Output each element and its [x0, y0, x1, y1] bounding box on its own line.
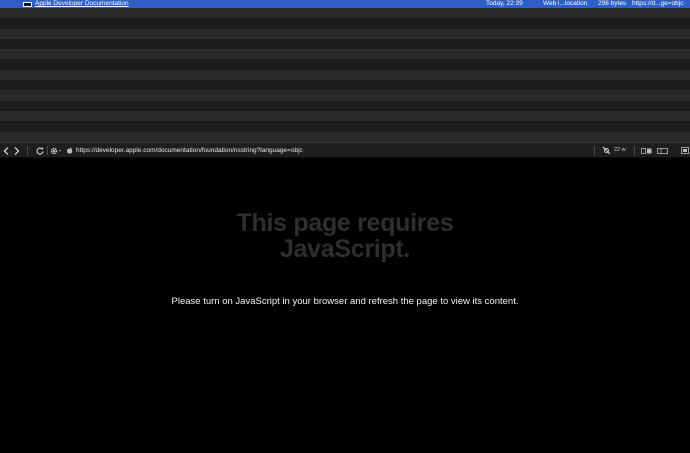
- extension-button-1[interactable]: [640, 143, 652, 158]
- list-item[interactable]: [0, 131, 690, 142]
- page-content: This page requires JavaScript. Please tu…: [0, 158, 690, 453]
- gear-icon: [50, 147, 61, 154]
- list-item[interactable]: [0, 38, 690, 50]
- history-size: 298 bytes: [598, 0, 627, 7]
- sidebar-icon: [656, 147, 668, 154]
- browser-toolbar: https://developer.apple.com/documentatio…: [0, 142, 690, 158]
- toolbar-divider: [47, 146, 48, 155]
- toolbar-divider: [594, 146, 595, 155]
- history-list: [0, 8, 690, 142]
- extension-button-2[interactable]: [656, 143, 668, 158]
- list-item[interactable]: [0, 121, 690, 132]
- list-item[interactable]: [0, 100, 690, 111]
- extension-button-3[interactable]: [680, 143, 690, 158]
- javascript-required-message: Please turn on JavaScript in your browse…: [171, 296, 519, 307]
- reload-icon: [36, 146, 44, 155]
- history-time: Today, 22:39: [486, 0, 523, 7]
- address-bar[interactable]: https://developer.apple.com/documentatio…: [76, 143, 303, 158]
- history-kind: Web i...location: [543, 0, 588, 7]
- list-item[interactable]: [0, 18, 690, 29]
- history-title[interactable]: Apple Developer Documentation: [35, 0, 129, 8]
- list-item[interactable]: [0, 69, 690, 81]
- history-row-selected[interactable]: Apple Developer Documentation Today, 22:…: [0, 0, 690, 8]
- toolbar-divider: [27, 146, 28, 155]
- counter-badge: 22 w: [614, 147, 626, 153]
- forward-button[interactable]: [12, 143, 22, 158]
- page-heading: This page requires JavaScript.: [0, 210, 690, 262]
- heading-line-2: JavaScript.: [279, 235, 411, 263]
- chevron-left-icon: [3, 146, 9, 155]
- reader-icon: [640, 147, 651, 154]
- tabs-icon: [681, 147, 689, 154]
- list-item[interactable]: [0, 59, 690, 70]
- heading-line-1: This page requires: [236, 209, 454, 237]
- page-favicon-icon: [23, 1, 32, 7]
- crossed-eye-icon: [602, 146, 610, 155]
- list-item[interactable]: [0, 8, 690, 19]
- reload-button[interactable]: [35, 143, 45, 158]
- back-button[interactable]: [1, 143, 11, 158]
- list-item[interactable]: [0, 49, 690, 60]
- tracker-toggle-button[interactable]: [600, 143, 612, 158]
- list-item[interactable]: [0, 90, 690, 101]
- settings-menu-button[interactable]: [50, 143, 63, 158]
- list-item[interactable]: [0, 28, 690, 39]
- apple-logo-icon: [67, 147, 73, 154]
- list-item[interactable]: [0, 80, 690, 91]
- chevron-down-icon: [59, 149, 61, 151]
- toolbar-divider: [634, 146, 635, 155]
- history-url: https://d...ge=objc: [632, 0, 684, 7]
- list-item[interactable]: [0, 110, 690, 122]
- chevron-right-icon: [14, 146, 20, 155]
